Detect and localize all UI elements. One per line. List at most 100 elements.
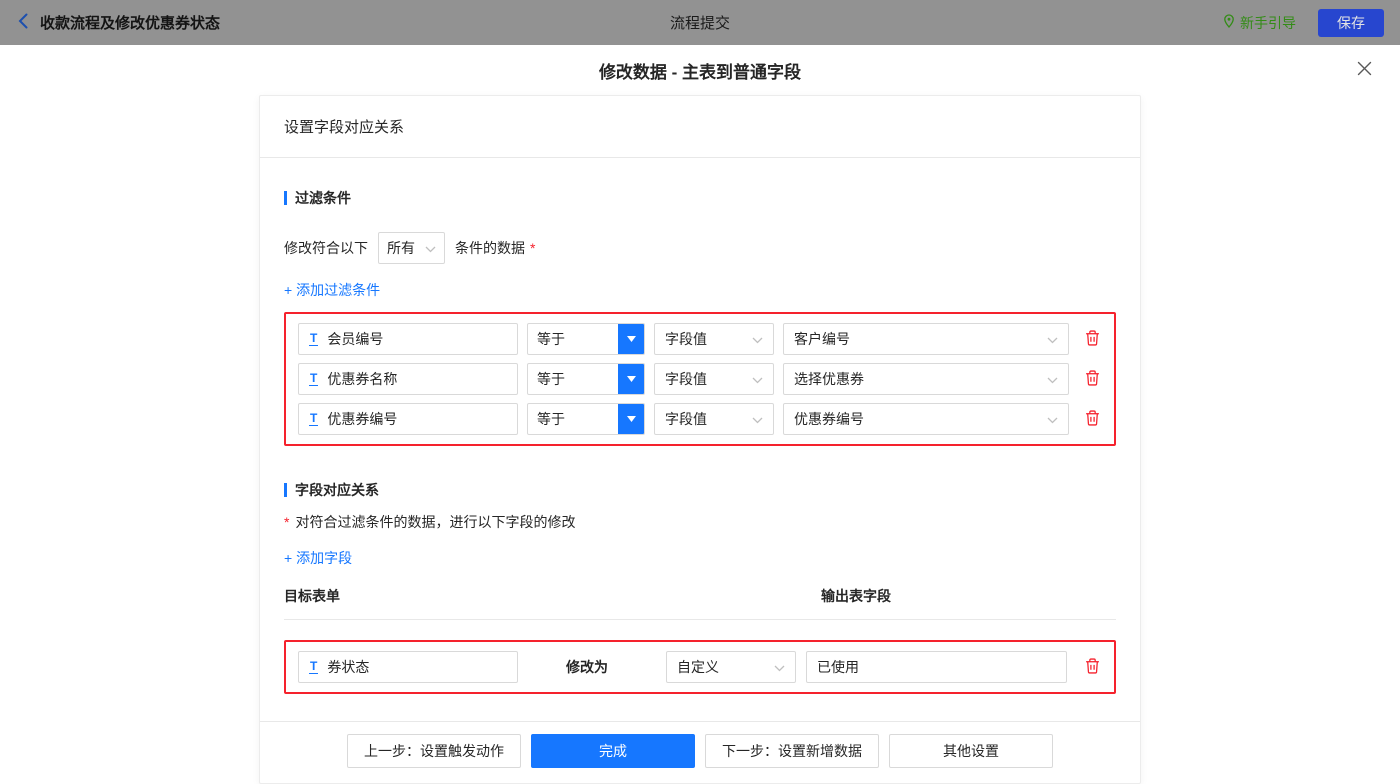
field-input[interactable]: T 优惠券编号 [298,403,518,435]
prev-step-button[interactable]: 上一步：设置触发动作 [347,734,521,768]
modify-to-label: 修改为 [566,657,608,677]
trash-icon [1085,658,1100,677]
value-type-value: 字段值 [665,409,707,429]
mapping-section-title: 字段对应关系 [284,480,1116,500]
modify-data-modal: 修改数据 - 主表到普通字段 设置字段对应关系 过滤条件 修改符合以下 所有 [0,45,1400,755]
required-asterisk: * [530,240,535,256]
trash-icon [1085,330,1100,349]
chevron-down-icon [1047,411,1058,427]
field-input[interactable]: T 优惠券名称 [298,363,518,395]
field-name: 会员编号 [327,329,383,349]
operator-dropdown-button[interactable] [618,364,644,394]
operator-select[interactable]: 等于 [527,323,645,355]
value-select[interactable]: 优惠券编号 [783,403,1069,435]
operator-select[interactable]: 等于 [527,403,645,435]
filter-condition-row: T 会员编号 等于 字段值 [298,323,1102,355]
topbar-center-title: 流程提交 [670,12,730,33]
required-asterisk: * [284,514,289,530]
value-value: 客户编号 [794,329,850,349]
card-footer: 上一步：设置触发动作 完成 下一步：设置新增数据 其他设置 [260,721,1140,783]
delete-condition-button[interactable] [1083,328,1102,351]
filter-section-label: 过滤条件 [295,188,351,208]
chevron-down-icon [752,371,763,387]
beginner-guide-label: 新手引导 [1240,13,1296,33]
operator-dropdown-button[interactable] [618,324,644,354]
field-name: 优惠券名称 [327,369,397,389]
chevron-down-icon [1047,371,1058,387]
delete-condition-button[interactable] [1083,368,1102,391]
value-mode-value: 自定义 [677,657,719,677]
mapping-description-line: * 对符合过滤条件的数据，进行以下字段的修改 [284,512,1116,532]
text-field-icon: T [309,332,318,346]
text-field-icon: T [309,660,318,674]
delete-condition-button[interactable] [1083,408,1102,431]
topbar: 收款流程及修改优惠券状态 流程提交 新手引导 保存 [0,0,1400,45]
operator-value: 等于 [528,324,618,354]
chevron-down-icon [1047,331,1058,347]
section-accent-bar [284,483,287,497]
mapping-description: 对符合过滤条件的数据，进行以下字段的修改 [295,512,575,532]
field-input[interactable]: T 会员编号 [298,323,518,355]
chevron-down-icon [752,411,763,427]
chevron-down-icon [425,240,436,256]
done-button[interactable]: 完成 [531,734,695,768]
operator-dropdown-button[interactable] [618,404,644,434]
match-mode-select[interactable]: 所有 [378,232,445,264]
value-value: 选择优惠券 [794,369,864,389]
column-header-target-form: 目标表单 [284,586,821,606]
mapping-section-label: 字段对应关系 [295,480,379,500]
value-type-select[interactable]: 字段值 [654,363,774,395]
next-step-button[interactable]: 下一步：设置新增数据 [705,734,879,768]
custom-value-input[interactable]: 已使用 [806,651,1067,683]
filter-section-title: 过滤条件 [284,188,1116,208]
filter-conditions-highlight-box: T 会员编号 等于 字段值 [284,312,1116,446]
location-pin-icon [1223,14,1235,31]
close-icon [1357,61,1372,79]
mapping-row: T 券状态 修改为 自定义 已使用 [298,651,1102,683]
match-mode-value: 所有 [387,238,415,258]
text-field-icon: T [309,372,318,386]
value-type-value: 字段值 [665,369,707,389]
target-field-name: 券状态 [327,657,369,677]
field-name: 优惠券编号 [327,409,397,429]
operator-select[interactable]: 等于 [527,363,645,395]
value-type-value: 字段值 [665,329,707,349]
card-header-title: 设置字段对应关系 [260,96,1140,158]
column-header-output-field: 输出表字段 [821,586,891,606]
modal-title-row: 修改数据 - 主表到普通字段 [0,45,1400,95]
filter-match-prefix: 修改符合以下 [284,238,368,258]
value-select[interactable]: 客户编号 [783,323,1069,355]
text-field-icon: T [309,412,318,426]
delete-mapping-button[interactable] [1083,656,1102,679]
filter-condition-row: T 优惠券编号 等于 字段值 [298,403,1102,435]
trash-icon [1085,410,1100,429]
target-field-input[interactable]: T 券状态 [298,651,518,683]
filter-condition-row: T 优惠券名称 等于 字段值 [298,363,1102,395]
operator-value: 等于 [528,404,618,434]
section-accent-bar [284,191,287,205]
topbar-right: 新手引导 保存 [1223,9,1384,37]
operator-value: 等于 [528,364,618,394]
value-mode-select[interactable]: 自定义 [666,651,796,683]
filter-match-suffix: 条件的数据 [455,238,525,258]
add-filter-condition-link[interactable]: + 添加过滤条件 [284,280,380,300]
chevron-left-icon [18,13,28,32]
mapping-highlight-box: T 券状态 修改为 自定义 已使用 [284,640,1116,694]
field-mapping-card: 设置字段对应关系 过滤条件 修改符合以下 所有 条件的数据 * + 添加过滤条件 [259,95,1141,784]
chevron-down-icon [752,331,763,347]
custom-value-text: 已使用 [817,657,859,677]
filter-match-line: 修改符合以下 所有 条件的数据 * [284,232,1116,264]
value-type-select[interactable]: 字段值 [654,323,774,355]
chevron-down-icon [774,659,785,675]
value-select[interactable]: 选择优惠券 [783,363,1069,395]
close-button[interactable] [1353,57,1376,83]
add-field-link[interactable]: + 添加字段 [284,548,352,568]
trash-icon [1085,370,1100,389]
beginner-guide-button[interactable]: 新手引导 [1223,13,1296,33]
other-settings-button[interactable]: 其他设置 [889,734,1053,768]
value-type-select[interactable]: 字段值 [654,403,774,435]
mapping-table-header: 目标表单 输出表字段 [284,586,1116,620]
save-button[interactable]: 保存 [1318,9,1384,37]
back-button[interactable] [16,11,30,34]
value-value: 优惠券编号 [794,409,864,429]
